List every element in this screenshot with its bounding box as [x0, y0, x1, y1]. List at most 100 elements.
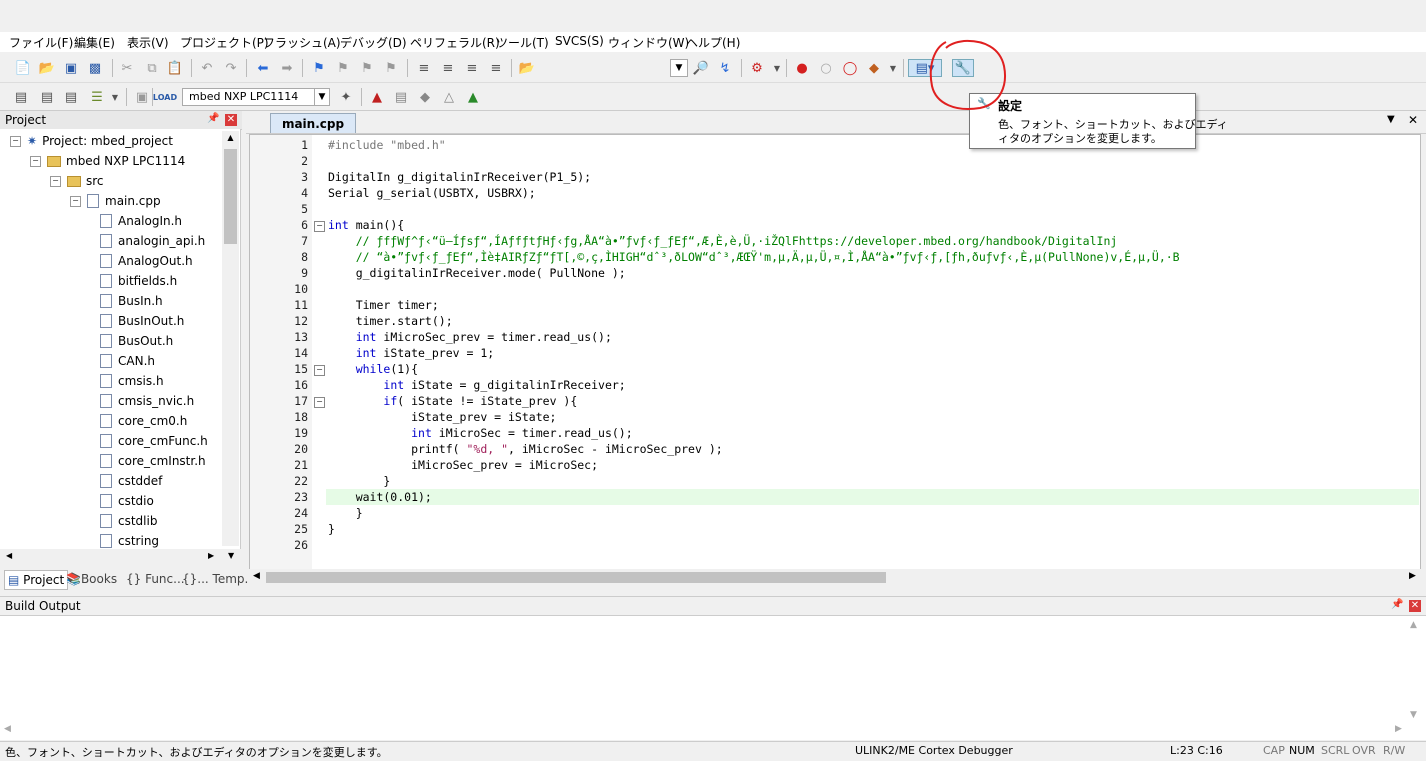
new-file-icon[interactable]: 📄	[14, 59, 32, 77]
find-in-files-icon[interactable]: 📂	[518, 59, 536, 77]
target-select[interactable]: mbed NXP LPC1114 ▼	[182, 88, 330, 106]
scroll-right-icon[interactable]: ▶	[208, 551, 214, 560]
batch-dropdown-icon[interactable]: ▼	[106, 88, 124, 106]
stop-build-icon[interactable]: ▣	[133, 88, 151, 106]
breakpoint-icon[interactable]: ●	[793, 59, 811, 77]
breakpoints-dropdown-icon[interactable]: ▼	[884, 59, 902, 77]
find-icon[interactable]: 🔎	[692, 59, 710, 77]
undo-icon[interactable]: ↶	[198, 59, 216, 77]
cut-icon[interactable]: ✂	[118, 59, 136, 77]
menu-project[interactable]: プロジェクト(P)	[180, 34, 269, 51]
collapse-icon[interactable]: −	[50, 175, 61, 187]
fold-toggle-icon[interactable]: −	[314, 365, 325, 376]
tree-item[interactable]: bitfields.h	[100, 271, 177, 291]
menu-edit[interactable]: 編集(E)	[74, 34, 115, 51]
save-all-icon[interactable]: ▩	[86, 59, 104, 77]
debug-dropdown-icon[interactable]: ▼	[768, 59, 786, 77]
redo-icon[interactable]: ↷	[222, 59, 240, 77]
menu-flash[interactable]: フラッシュ(A)	[263, 34, 341, 51]
close-editor-icon[interactable]: ✕	[1408, 113, 1418, 127]
tree-item[interactable]: core_cmFunc.h	[100, 431, 208, 451]
menu-file[interactable]: ファイル(F)	[9, 34, 73, 51]
tab-list-dropdown-icon[interactable]: ▼	[1387, 114, 1395, 125]
breakpoints-kill-all-icon[interactable]: ◆	[865, 59, 883, 77]
tree-item[interactable]: − src	[50, 171, 104, 191]
tree-item[interactable]: cstddef	[100, 471, 162, 491]
breakpoint-disable-icon[interactable]: ○	[817, 59, 835, 77]
project-vertical-scrollbar[interactable]: ▲	[222, 131, 239, 546]
incremental-find-icon[interactable]: ↯	[716, 59, 734, 77]
scroll-right-icon[interactable]: ▶	[1395, 724, 1402, 734]
tree-item[interactable]: cmsis.h	[100, 371, 164, 391]
select-packs-icon[interactable]: ▤	[392, 88, 410, 106]
scroll-left-icon[interactable]: ◀	[6, 551, 12, 560]
scroll-up-icon[interactable]: ▲	[1410, 620, 1417, 630]
next-bookmark-icon[interactable]: ⚑	[358, 59, 376, 77]
open-folder-icon[interactable]: 📂	[38, 59, 56, 77]
find-combo-dropdown[interactable]: ▼	[670, 59, 688, 77]
collapse-icon[interactable]: −	[30, 155, 41, 167]
unindent-icon[interactable]: ≡	[439, 59, 457, 77]
options-for-target-icon[interactable]: ✦	[337, 88, 355, 106]
menu-view[interactable]: 表示(V)	[127, 34, 169, 51]
tree-item[interactable]: AnalogIn.h	[100, 211, 182, 231]
fold-toggle-icon[interactable]: −	[314, 397, 325, 408]
tree-item[interactable]: core_cm0.h	[100, 411, 187, 431]
menu-debug[interactable]: デバッグ(D)	[340, 34, 407, 51]
close-icon[interactable]: ✕	[225, 114, 237, 126]
tree-item[interactable]: − main.cpp	[70, 191, 161, 211]
prev-bookmark-icon[interactable]: ⚑	[334, 59, 352, 77]
translate-icon[interactable]: ▤	[12, 88, 30, 106]
comment-icon[interactable]: ≡	[463, 59, 481, 77]
tree-item[interactable]: BusIn.h	[100, 291, 163, 311]
build-icon[interactable]: ▤	[38, 88, 56, 106]
save-icon[interactable]: ▣	[62, 59, 80, 77]
tree-item[interactable]: core_cmInstr.h	[100, 451, 206, 471]
tree-item[interactable]: cstring	[100, 531, 159, 549]
rebuild-icon[interactable]: ▤	[62, 88, 80, 106]
menu-tools[interactable]: ツール(T)	[496, 34, 549, 51]
tree-item[interactable]: AnalogOut.h	[100, 251, 193, 271]
manage-rte-icon[interactable]: △	[440, 88, 458, 106]
batch-build-icon[interactable]: ☰	[88, 88, 106, 106]
tree-item[interactable]: cstdlib	[100, 511, 157, 531]
copy-icon[interactable]: ⧉	[143, 59, 161, 77]
scroll-thumb[interactable]	[224, 149, 237, 244]
bookmark-icon[interactable]: ⚑	[310, 59, 328, 77]
project-horizontal-scrollbar[interactable]: ◀ ▶ ▼	[4, 549, 240, 565]
pin-icon[interactable]: 📌	[207, 113, 219, 124]
clear-bookmarks-icon[interactable]: ⚑	[382, 59, 400, 77]
tree-item[interactable]: − mbed NXP LPC1114	[30, 151, 185, 171]
indent-icon[interactable]: ≡	[415, 59, 433, 77]
tree-item[interactable]: cstdio	[100, 491, 154, 511]
close-icon[interactable]: ✕	[1409, 600, 1421, 612]
collapse-icon[interactable]: −	[70, 195, 81, 207]
tree-item[interactable]: analogin_api.h	[100, 231, 205, 251]
nav-forward-icon[interactable]: ➡	[278, 59, 296, 77]
tab-main-cpp[interactable]: main.cpp	[270, 113, 356, 133]
scroll-left-icon[interactable]: ◀	[4, 724, 11, 734]
tab-templates[interactable]: {}... Temp...	[182, 570, 256, 588]
collapse-icon[interactable]: −	[10, 135, 21, 147]
scroll-up-icon[interactable]: ▲	[224, 133, 237, 145]
tree-item[interactable]: − ✷ Project: mbed_project	[10, 131, 173, 151]
run-time-env-icon[interactable]: ▲	[464, 88, 482, 106]
scroll-down-icon[interactable]: ▼	[228, 551, 234, 560]
scroll-down-icon[interactable]: ▼	[1410, 710, 1417, 720]
tab-functions[interactable]: {} Func...	[126, 570, 185, 588]
uncomment-icon[interactable]: ≡	[487, 59, 505, 77]
fold-toggle-icon[interactable]: −	[314, 221, 325, 232]
build-output-pane[interactable]: ▲ ▼ ◀ ▶	[0, 615, 1426, 740]
debug-session-icon[interactable]: ⚙	[748, 59, 766, 77]
pack-installer-icon[interactable]: ◆	[416, 88, 434, 106]
scroll-right-icon[interactable]: ▶	[1409, 571, 1416, 581]
tree-item[interactable]: BusOut.h	[100, 331, 173, 351]
tab-project[interactable]: ▤ Project	[4, 570, 69, 590]
scroll-left-icon[interactable]: ◀	[253, 571, 260, 581]
tree-item[interactable]: cmsis_nvic.h	[100, 391, 194, 411]
tab-books[interactable]: 📚Books	[66, 570, 117, 588]
nav-back-icon[interactable]: ⬅	[254, 59, 272, 77]
tree-item[interactable]: CAN.h	[100, 351, 155, 371]
tree-item[interactable]: BusInOut.h	[100, 311, 184, 331]
load-icon[interactable]: LOAD	[153, 88, 177, 106]
